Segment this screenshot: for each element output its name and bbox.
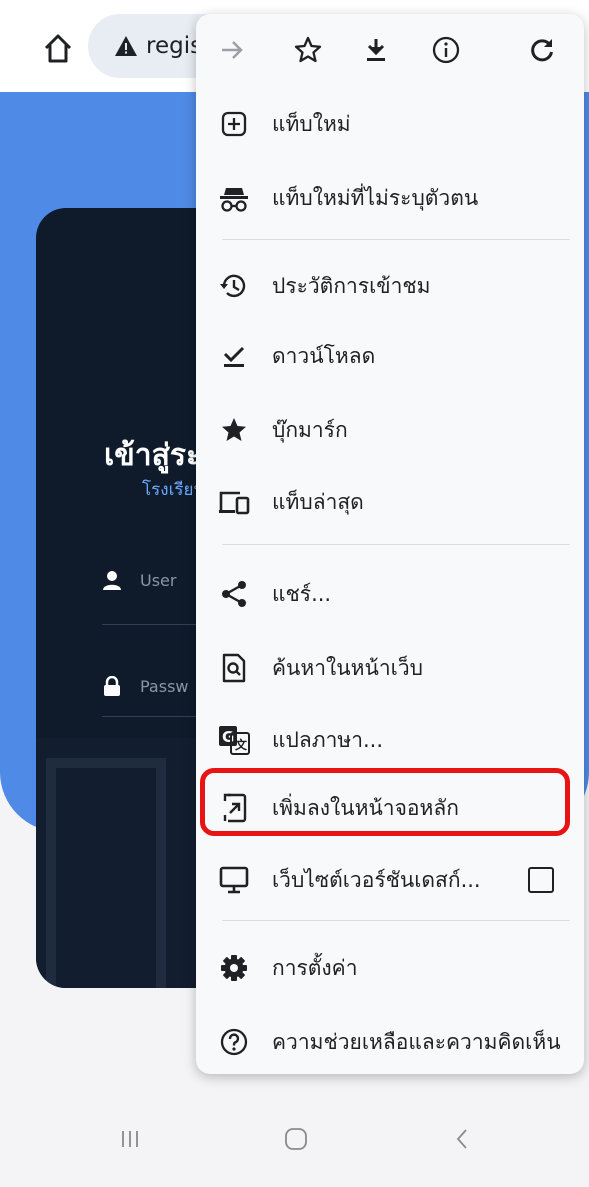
menu-item-share[interactable]: แชร์... (196, 558, 584, 630)
gear-icon (218, 952, 250, 984)
password-placeholder: Passw (140, 676, 189, 696)
desktop-icon (218, 864, 250, 896)
home-nav-icon[interactable] (271, 1114, 321, 1164)
menu-divider (222, 544, 570, 545)
menu-item-label: เว็บไซต์เวอร์ชันเดสก์... (272, 867, 481, 892)
find-in-page-icon (218, 652, 250, 684)
menu-item-label: แท็บใหม่ที่ไม่ระบุตัวตน (272, 185, 479, 210)
info-icon[interactable] (422, 26, 470, 74)
menu-item-history[interactable]: ประวัติการเข้าชม (196, 250, 584, 322)
translate-icon: G文 (218, 724, 250, 756)
menu-item-desktop-site[interactable]: เว็บไซต์เวอร์ชันเดสก์... (196, 844, 584, 916)
arrow-forward-icon[interactable] (208, 26, 256, 74)
reload-icon[interactable] (518, 26, 566, 74)
username-placeholder: User (140, 570, 177, 590)
download-icon[interactable] (352, 26, 400, 74)
back-icon[interactable] (438, 1114, 488, 1164)
svg-text:G: G (222, 728, 234, 746)
menu-item-help-feedback[interactable]: ความช่วยเหลือและความคิดเห็น (196, 1006, 584, 1078)
menu-toolbar (196, 14, 584, 86)
menu-item-label: แท็บล่าสุด (272, 489, 364, 514)
help-icon (218, 1026, 250, 1058)
desktop-site-checkbox[interactable] (528, 867, 554, 893)
menu-item-label: แชร์... (272, 581, 332, 606)
share-icon (218, 578, 250, 610)
home-icon[interactable] (40, 30, 76, 66)
menu-item-recent-tabs[interactable]: แท็บล่าสุด (196, 466, 584, 538)
star-icon (218, 414, 250, 446)
menu-item-label: ดาวน์โหลด (272, 343, 376, 368)
devices-icon (218, 486, 250, 518)
menu-item-label: ประวัติการเข้าชม (272, 273, 431, 298)
menu-item-label: การตั้งค่า (272, 955, 358, 980)
menu-item-downloads[interactable]: ดาวน์โหลด (196, 320, 584, 392)
menu-item-label: ความช่วยเหลือและความคิดเห็น (272, 1029, 561, 1054)
menu-item-label: แปลภาษา... (272, 727, 384, 752)
star-outline-icon[interactable] (284, 26, 332, 74)
menu-divider (222, 920, 570, 921)
menu-divider (222, 239, 570, 240)
menu-item-find-in-page[interactable]: ค้นหาในหน้าเว็บ (196, 632, 584, 704)
menu-item-settings[interactable]: การตั้งค่า (196, 932, 584, 1004)
highlight-box (200, 768, 570, 836)
browser-overflow-menu: แท็บใหม่ แท็บใหม่ที่ไม่ระบุตัวตน ประวัติ… (196, 14, 584, 1074)
svg-text:文: 文 (235, 737, 248, 752)
user-icon (103, 571, 121, 590)
plus-box-icon (218, 108, 250, 140)
incognito-icon (218, 182, 250, 214)
recents-icon[interactable] (105, 1114, 155, 1164)
download-done-icon (218, 340, 250, 372)
menu-item-translate[interactable]: G文 แปลภาษา... (196, 704, 584, 776)
username-field[interactable]: User (102, 570, 176, 590)
password-field[interactable]: Passw (102, 676, 189, 696)
menu-item-new-tab[interactable]: แท็บใหม่ (196, 88, 584, 160)
warning-icon (115, 36, 137, 56)
history-icon (218, 270, 250, 302)
system-navigation-bar (0, 1092, 589, 1187)
menu-item-label: แท็บใหม่ (272, 111, 351, 136)
menu-item-label: บุ๊กมาร์ก (272, 417, 348, 442)
menu-item-incognito-tab[interactable]: แท็บใหม่ที่ไม่ระบุตัวตน (196, 162, 584, 234)
menu-item-bookmarks[interactable]: บุ๊กมาร์ก (196, 394, 584, 466)
lock-icon (104, 676, 120, 696)
menu-item-label: ค้นหาในหน้าเว็บ (272, 655, 423, 680)
